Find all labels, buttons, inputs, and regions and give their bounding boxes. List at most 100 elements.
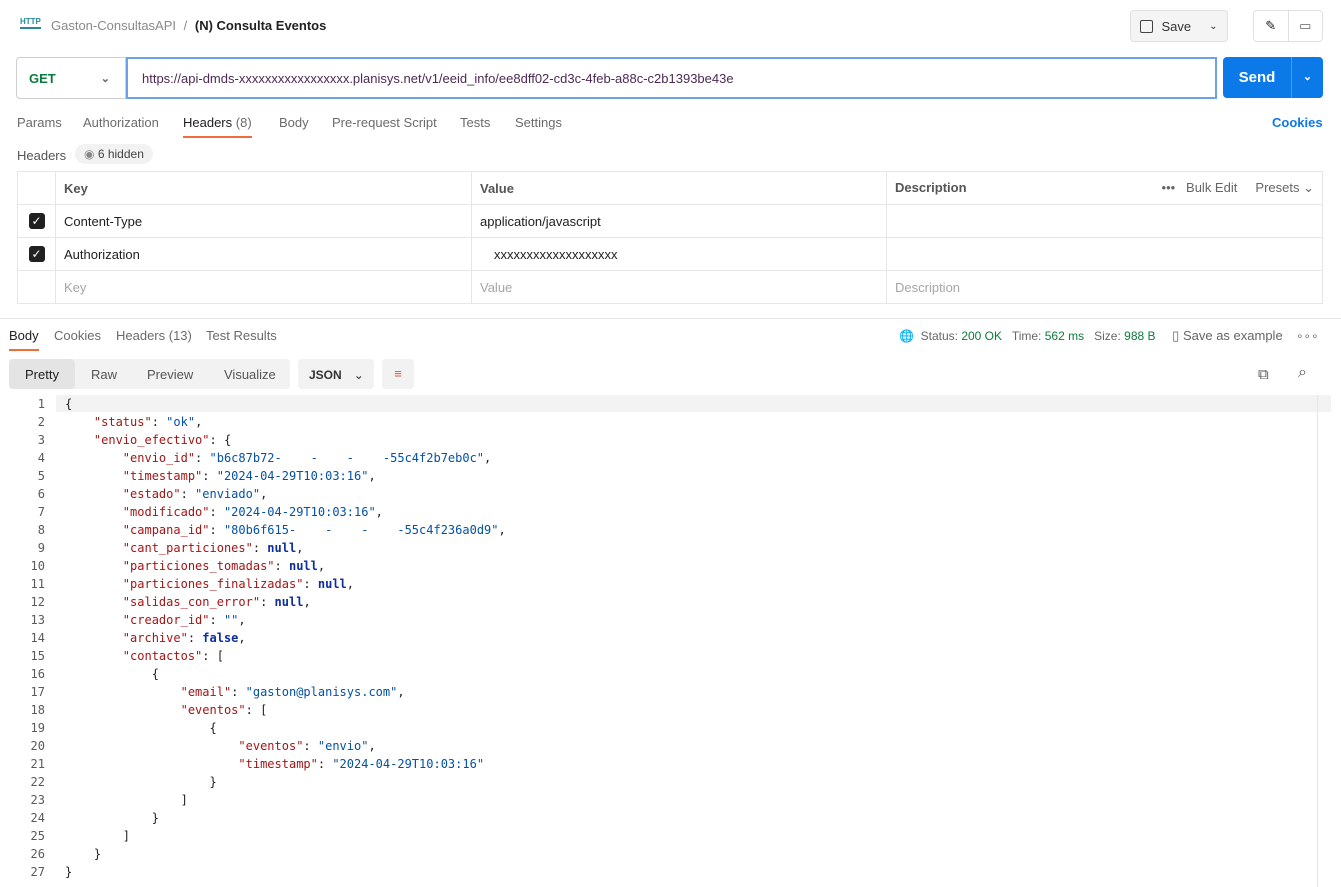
view-raw[interactable]: Raw [91,367,117,382]
header-description[interactable] [886,204,1323,238]
view-preview[interactable]: Preview [147,367,193,382]
comment-icon[interactable]: ▭ [1289,11,1323,41]
request-title[interactable]: (N) Consulta Eventos [195,18,326,33]
code-token: "2024-04-29T10:03:16" [332,757,485,771]
save-as-example-button[interactable]: ▯ Save as example [1172,328,1283,343]
value-input[interactable]: Value [471,270,887,304]
divider [0,318,1341,319]
code-line: "cant_particiones": null, [65,541,304,555]
cookies-link[interactable]: Cookies [1272,115,1323,130]
code-line: "envio_efectivo": { [65,433,231,447]
code-token: : [187,631,203,645]
response-tab-test-results[interactable]: Test Results [206,328,277,343]
chevron-down-icon[interactable]: ⌄ [1209,21,1217,32]
code-token: : [260,595,275,609]
code-token: "cant_particiones" [122,541,253,555]
response-tab-headers[interactable]: Headers (13) [116,328,192,343]
code-token: , [303,595,311,609]
response-time[interactable]: 562 ms [1045,329,1084,343]
header-description[interactable] [886,237,1323,271]
breadcrumb: Gaston-ConsultasAPI / (N) Consulta Event… [51,18,326,33]
response-meta: 🌐 Status: 200 OK Time: 562 ms Size: 988 … [899,328,1319,343]
code-token: "contactos" [122,649,203,663]
breadcrumb-collection[interactable]: Gaston-ConsultasAPI [51,18,176,33]
line-number: 10 [30,559,45,573]
code-token: , [375,505,383,519]
code-token: null [317,577,347,591]
save-button[interactable]: Save ⌄ [1130,10,1228,42]
chevron-down-icon[interactable]: ⌄ [1291,57,1323,98]
send-button[interactable]: Send ⌄ [1223,57,1323,98]
tab-headers[interactable]: Headers (8) [183,115,252,138]
checkbox[interactable]: ✓ [28,246,45,262]
key-input[interactable]: Key [55,270,472,304]
tab-body[interactable]: Body [279,115,309,130]
globe-icon[interactable]: 🌐 [899,329,914,343]
code-line: "envio_id": "b6c87b72- - - -55c4f2b7eb0c… [65,451,491,465]
eye-icon: ◉ [84,147,95,161]
code-token: , [296,541,304,555]
code-token: null [288,559,318,573]
tab-tests[interactable]: Tests [460,115,490,130]
code-line: { [65,721,216,735]
search-icon[interactable]: ⌕ [1298,364,1307,382]
method-select[interactable]: GET ⌄ [16,57,126,99]
line-number: 9 [37,541,45,555]
header-value[interactable]: application/javascript [471,204,887,238]
tab-pre-request-script[interactable]: Pre-request Script [332,115,437,130]
code-token: "envio_efectivo" [93,433,210,447]
code-line: "estado": "enviado", [65,487,268,501]
response-body[interactable]: 1 {2 "status": "ok", 3 "envio_efectivo": {… [0,395,1341,887]
checkbox[interactable]: ✓ [28,213,45,229]
response-tab-cookies[interactable]: Cookies [54,328,101,343]
hidden-headers-toggle[interactable]: ◉ 6 hidden [75,144,153,164]
response-tab-body[interactable]: Body [9,328,39,351]
line-number: 20 [30,739,45,753]
scrollbar[interactable] [1317,395,1318,887]
url-input[interactable]: https://api-dmds-xxxxxxxxxxxxxxxxx.plani… [126,57,1217,99]
tab-settings[interactable]: Settings [515,115,562,130]
code-token: } [65,811,159,825]
presets-dropdown[interactable]: Presets [1255,180,1299,195]
code-line: } [65,775,217,789]
edit-icon[interactable]: ✎ [1254,11,1289,41]
code-token: "" [223,613,239,627]
view-visualize[interactable]: Visualize [224,367,276,382]
code-token: "2024-04-29T10:03:16" [216,469,369,483]
code-line: "eventos": "envio", [65,739,375,753]
response-size[interactable]: 988 B [1124,329,1155,343]
code-token: "archive" [122,631,188,645]
line-number: 2 [37,415,45,429]
copy-icon[interactable]: ⧉ [1258,366,1269,383]
more-icon[interactable]: ••• [1162,180,1176,195]
wrap-lines-icon[interactable]: ≡ [382,359,414,389]
code-token: "b6c87b72- - - -55c4f2b7eb0c" [209,451,485,465]
code-token: : { [209,433,232,447]
header-key[interactable]: Content-Type [55,204,472,238]
tab-params[interactable]: Params [17,115,62,130]
more-icon[interactable]: ∘∘∘ [1296,329,1319,343]
code-token: } [65,775,217,789]
tab-authorization[interactable]: Authorization [83,115,159,130]
code-line: "creador_id": "", [65,613,246,627]
code-token: } [65,847,102,861]
code-token: : [303,739,318,753]
status-code[interactable]: 200 OK [961,329,1002,343]
header-value[interactable]: xxxxxxxxxxxxxxxxxxx [471,237,887,271]
view-pretty[interactable]: Pretty [9,359,75,389]
code-line: } [65,847,101,861]
header-key[interactable]: Authorization [55,237,472,271]
line-number: 1 [37,397,45,411]
line-number: 3 [37,433,45,447]
description-input[interactable]: Description [886,270,1323,304]
bulk-edit-button[interactable]: Bulk Edit [1186,180,1237,195]
format-select[interactable]: JSON ⌄ [298,359,374,389]
column-value: Value [471,171,887,205]
